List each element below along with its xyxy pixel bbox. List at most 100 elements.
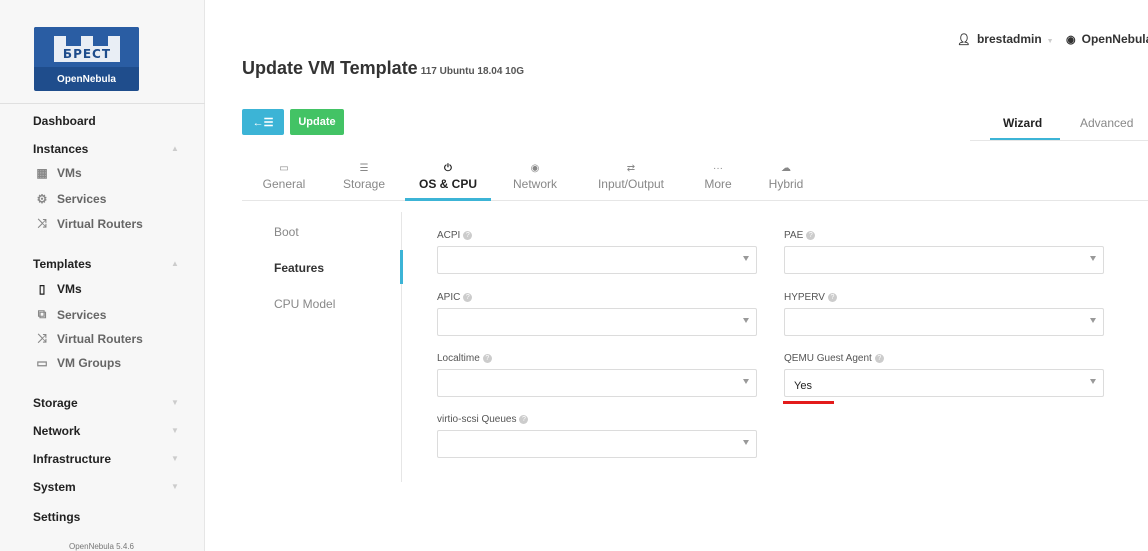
- acpi-select[interactable]: [437, 246, 757, 274]
- qemu-guest-agent-select[interactable]: Yes: [784, 369, 1104, 397]
- sidebar-item-label: VM Groups: [57, 356, 122, 370]
- caret-down-icon: [743, 318, 749, 323]
- localtime-select[interactable]: [437, 369, 757, 397]
- tab-general[interactable]: ▭ General: [261, 163, 307, 191]
- chevron-down-icon: ▼: [1046, 38, 1054, 45]
- storage-icon: ☰: [359, 163, 369, 174]
- sidebar-item-instances-virtual-routers[interactable]: ⤨ Virtual Routers: [33, 216, 143, 231]
- tab-label: OS & CPU: [418, 177, 477, 191]
- zone-name: OpenNebula: [1081, 32, 1148, 46]
- tab-input-output[interactable]: ⇄ Input/Output: [593, 163, 669, 191]
- subnav-cpu-model[interactable]: CPU Model: [274, 297, 335, 311]
- help-icon[interactable]: ?: [519, 414, 529, 424]
- subnav-boot[interactable]: Boot: [274, 225, 299, 239]
- virtio-scsi-select[interactable]: [437, 430, 757, 458]
- sidebar-item-templates[interactable]: Templates: [33, 257, 91, 271]
- random-icon: ⤨: [37, 331, 47, 345]
- sidebar-item-instances[interactable]: Instances: [33, 142, 88, 156]
- help-icon[interactable]: ?: [874, 353, 884, 363]
- sidebar-item-instances-vms[interactable]: ▦ VMs: [33, 166, 81, 180]
- tab-label: General: [262, 177, 306, 191]
- grid-icon: ▦: [36, 166, 48, 180]
- caret-down-icon: [1090, 379, 1096, 384]
- exchange-icon: ⇄: [626, 163, 636, 174]
- field-label-text: PAE: [784, 230, 804, 241]
- help-icon[interactable]: ?: [463, 230, 473, 240]
- sidebar-item-templates-vm-groups[interactable]: ▭ VM Groups: [33, 356, 121, 370]
- chevron-down-icon[interactable]: ▼: [171, 398, 179, 407]
- help-icon[interactable]: ?: [463, 292, 473, 302]
- sidebar-item-templates-services[interactable]: ⧉ Services: [33, 307, 107, 322]
- chevron-up-icon[interactable]: ▲: [171, 259, 179, 268]
- field-label-text: HYPERV: [784, 292, 825, 303]
- globe-icon: ◉: [530, 163, 540, 174]
- sidebar: БРЕСТ OpenNebula Dashboard Instances ▲ ▦…: [0, 0, 205, 551]
- sidebar-item-instances-services[interactable]: ⚙ Services: [33, 192, 107, 206]
- sidebar-item-infrastructure[interactable]: Infrastructure: [33, 452, 111, 466]
- help-icon[interactable]: ?: [482, 353, 492, 363]
- help-icon[interactable]: ?: [827, 292, 837, 302]
- brest-logo[interactable]: БРЕСТ OpenNebula: [34, 27, 139, 91]
- tab-active-indicator: [405, 198, 491, 201]
- ellipsis-icon: ···: [713, 163, 723, 174]
- annotation-underline: [783, 401, 834, 404]
- acpi-label: ACPI?: [437, 230, 473, 241]
- tab-label: Network: [512, 177, 557, 191]
- sidebar-item-label: Virtual Routers: [57, 216, 143, 231]
- wizard-active-indicator: [990, 138, 1060, 140]
- wizard-tab[interactable]: Wizard: [1003, 116, 1042, 130]
- field-label-text: ACPI: [437, 230, 461, 241]
- tab-network[interactable]: ◉ Network: [510, 163, 560, 191]
- field-label-text: QEMU Guest Agent: [784, 353, 872, 364]
- pae-select[interactable]: [784, 246, 1104, 274]
- hyperv-label: HYPERV?: [784, 292, 837, 303]
- sidebar-item-label: VMs: [57, 282, 82, 296]
- battlement: [54, 36, 66, 46]
- tab-storage[interactable]: ☰ Storage: [340, 163, 388, 191]
- user-menu[interactable]: 👤︎ brestadmin ▼: [957, 32, 1054, 46]
- hyperv-select[interactable]: [784, 308, 1104, 336]
- chevron-down-icon[interactable]: ▼: [171, 482, 179, 491]
- sidebar-item-settings[interactable]: Settings: [33, 510, 80, 524]
- advanced-tab[interactable]: Advanced: [1080, 116, 1133, 130]
- laptop-icon: ▭: [279, 163, 289, 174]
- file-icon: ▯: [38, 282, 46, 296]
- pae-label: PAE?: [784, 230, 816, 241]
- chevron-down-icon[interactable]: ▼: [171, 454, 179, 463]
- apic-select[interactable]: [437, 308, 757, 336]
- user-icon: 👤︎: [957, 34, 971, 46]
- subnav-active-indicator: [400, 250, 403, 284]
- update-button[interactable]: Update: [290, 109, 344, 135]
- sidebar-item-label: Virtual Routers: [57, 331, 143, 346]
- field-label-text: Localtime: [437, 353, 480, 364]
- tab-os-cpu[interactable]: ⏻ OS & CPU: [405, 163, 491, 191]
- field-label-text: APIC: [437, 292, 461, 303]
- qemu-guest-agent-label: QEMU Guest Agent?: [784, 353, 884, 364]
- sidebar-item-templates-virtual-routers[interactable]: ⤨ Virtual Routers: [33, 331, 143, 346]
- sidebar-item-label: Services: [57, 192, 107, 206]
- tab-label: Input/Output: [597, 177, 665, 191]
- back-to-list-button[interactable]: ←☰: [242, 109, 284, 135]
- sidebar-item-dashboard[interactable]: Dashboard: [33, 114, 96, 128]
- sidebar-item-storage[interactable]: Storage: [33, 396, 78, 410]
- help-icon[interactable]: ?: [806, 230, 816, 240]
- chevron-up-icon[interactable]: ▲: [171, 144, 179, 153]
- battlement: [81, 36, 93, 46]
- sidebar-item-network[interactable]: Network: [33, 424, 80, 438]
- caret-down-icon: [1090, 318, 1096, 323]
- mode-divider: [970, 140, 1148, 141]
- page-title: Update VM Template 117 Ubuntu 18.04 10G: [242, 58, 524, 79]
- tab-hybrid[interactable]: ☁ Hybrid: [765, 163, 807, 191]
- caret-down-icon: [743, 379, 749, 384]
- sidebar-item-templates-vms[interactable]: ▯ VMs: [33, 282, 82, 296]
- sidebar-item-system[interactable]: System: [33, 480, 76, 494]
- caret-down-icon: [743, 440, 749, 445]
- chevron-down-icon[interactable]: ▼: [171, 426, 179, 435]
- random-icon: ⤨: [37, 216, 47, 230]
- tab-more[interactable]: ··· More: [700, 163, 736, 191]
- services-icon: ⚙: [36, 192, 48, 206]
- zone-menu[interactable]: ◉ OpenNebula: [1066, 32, 1148, 46]
- folder-open-icon: ▭: [36, 356, 48, 370]
- caret-down-icon: [743, 256, 749, 261]
- subnav-features[interactable]: Features: [274, 261, 324, 275]
